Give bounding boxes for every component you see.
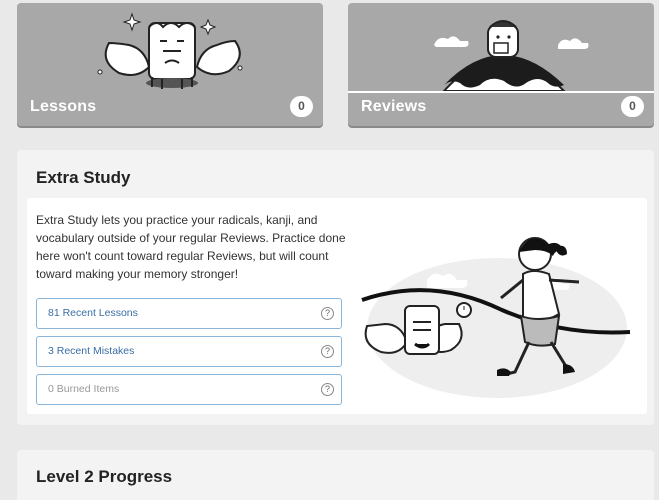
recent-lessons-label: 81 Recent Lessons <box>48 307 138 319</box>
race-illustration <box>361 237 631 398</box>
extra-study-title: Extra Study <box>36 168 131 187</box>
lessons-label: Lessons <box>30 98 97 115</box>
reviews-tile[interactable]: Reviews 0 <box>348 3 654 126</box>
extra-study-section: Extra Study Extra Study lets you practic… <box>17 150 654 425</box>
level-progress-title: Level 2 Progress <box>36 467 173 486</box>
mountain-mascot-illustration <box>348 20 654 93</box>
level-progress-section: Level 2 Progress <box>17 450 654 500</box>
help-icon[interactable]: ? <box>321 383 334 396</box>
extra-study-description: Extra Study lets you practice your radic… <box>36 213 346 281</box>
reviews-label: Reviews <box>361 98 427 115</box>
lessons-count-badge: 0 <box>290 96 313 117</box>
lessons-tile[interactable]: Lessons 0 <box>17 3 323 126</box>
reviews-count-badge: 0 <box>621 96 644 117</box>
burned-items-button[interactable]: 0 Burned Items ? <box>36 374 342 405</box>
crab-mascot-illustration <box>97 12 243 89</box>
recent-lessons-button[interactable]: 81 Recent Lessons ? <box>36 298 342 329</box>
recent-mistakes-button[interactable]: 3 Recent Mistakes ? <box>36 336 342 367</box>
extra-study-panel: Extra Study lets you practice your radic… <box>27 198 647 414</box>
recent-mistakes-label: 3 Recent Mistakes <box>48 345 135 357</box>
help-icon[interactable]: ? <box>321 307 334 320</box>
burned-items-label: 0 Burned Items <box>48 383 120 395</box>
help-icon[interactable]: ? <box>321 345 334 358</box>
